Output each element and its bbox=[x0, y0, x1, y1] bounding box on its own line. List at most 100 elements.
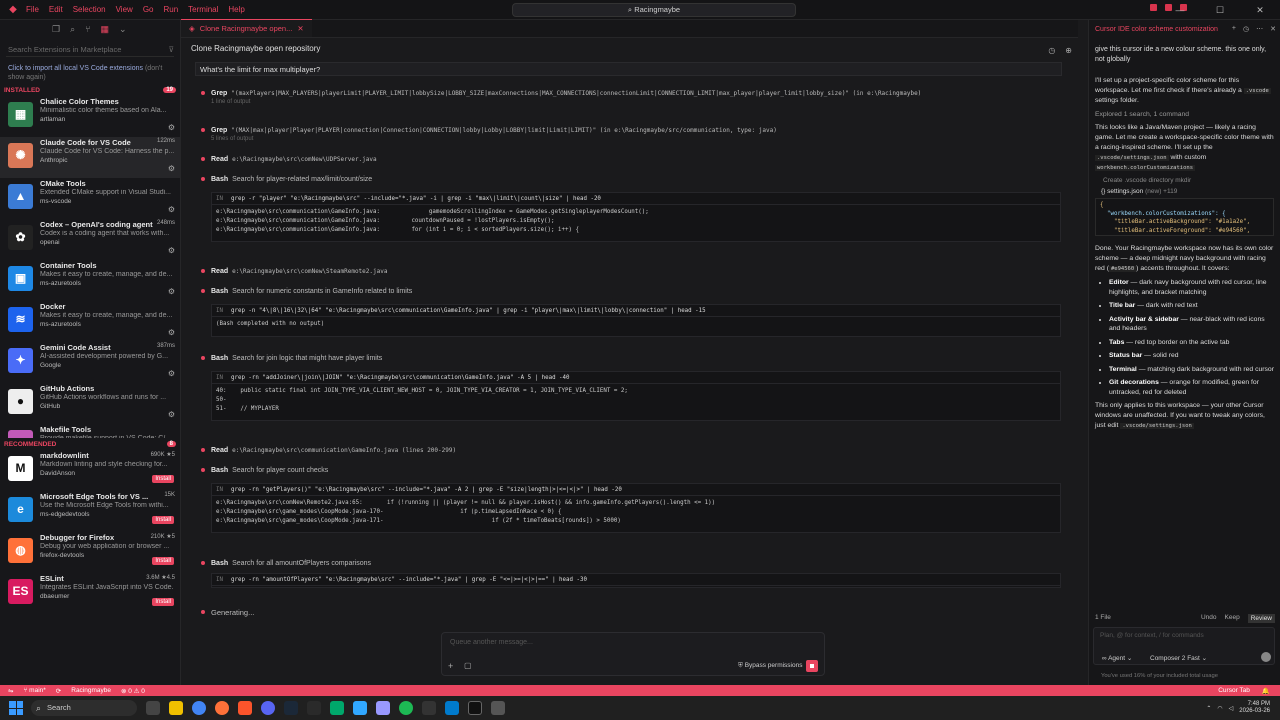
source-control-icon[interactable]: ⑂ bbox=[85, 24, 90, 34]
install-button[interactable]: Install bbox=[152, 598, 174, 606]
file-explorer-icon[interactable] bbox=[169, 701, 183, 715]
maximize-icon[interactable]: ☐ bbox=[1200, 0, 1240, 20]
gear-icon[interactable]: ⚙ bbox=[168, 328, 175, 337]
import-link-text[interactable]: Click to import all local VS Code extens… bbox=[8, 65, 143, 72]
extension-item[interactable]: ✦ Gemini Code Assist AI-assisted develop… bbox=[0, 342, 180, 383]
git-branch[interactable]: ⑂ main* bbox=[23, 687, 45, 694]
minimize-icon[interactable]: — bbox=[1160, 0, 1200, 20]
gear-icon[interactable]: ⚙ bbox=[168, 164, 175, 173]
gear-icon[interactable]: ⚙ bbox=[168, 246, 175, 255]
firefox-icon[interactable] bbox=[215, 701, 229, 715]
import-extensions-link[interactable]: Click to import all local VS Code extens… bbox=[0, 62, 180, 84]
new-chat-plus-icon[interactable]: + bbox=[1232, 25, 1236, 33]
sync-icon[interactable]: ⟳ bbox=[56, 687, 61, 695]
gear-icon[interactable]: ⚙ bbox=[168, 369, 175, 378]
premiere-icon[interactable] bbox=[376, 701, 390, 715]
notifications-icon[interactable]: 🔔 bbox=[1262, 687, 1270, 695]
problems-count[interactable]: ⊗ 0 ⚠ 0 bbox=[121, 687, 145, 695]
filter-icon[interactable]: ⊽ bbox=[169, 45, 175, 54]
menu-file[interactable]: File bbox=[26, 5, 39, 14]
menu-terminal[interactable]: Terminal bbox=[188, 5, 218, 14]
user-question[interactable]: What's the limit for max multiplayer? bbox=[195, 62, 1062, 76]
gear-icon[interactable]: ⚙ bbox=[168, 287, 175, 296]
mkdir-step[interactable]: Create .vscode directory mkdir bbox=[1103, 177, 1266, 184]
tab-chat[interactable]: ◈ Clone Racingmaybe open... ✕ bbox=[181, 19, 312, 37]
command-input[interactable]: IN grep -rn "getPlayers()" "e:\Racingmayb… bbox=[212, 484, 1060, 496]
discord-icon[interactable] bbox=[261, 701, 275, 715]
files-changed[interactable]: 1 File bbox=[1095, 614, 1111, 623]
steam-icon[interactable] bbox=[284, 701, 298, 715]
chrome-icon[interactable] bbox=[192, 701, 206, 715]
files-icon[interactable]: ❐ bbox=[52, 24, 60, 35]
close-window-icon[interactable]: ✕ bbox=[1240, 0, 1280, 20]
stop-button[interactable] bbox=[806, 660, 818, 672]
extensions-icon[interactable]: ▦ bbox=[101, 24, 110, 35]
extension-item[interactable]: ✺ Claude Code for VS Code Claude Code fo… bbox=[0, 137, 180, 178]
history-icon[interactable]: ◷ bbox=[1048, 46, 1055, 55]
install-button[interactable]: Install bbox=[152, 516, 174, 524]
image-icon[interactable]: ▢ bbox=[464, 661, 472, 670]
extension-item[interactable]: ◍ Debugger for Firefox Debug your web ap… bbox=[0, 532, 180, 573]
taskbar-search[interactable]: Search bbox=[31, 700, 137, 716]
model-select[interactable]: Composer 2 Fast ⌄ bbox=[1150, 654, 1207, 662]
gear-icon[interactable]: ⚙ bbox=[168, 410, 175, 419]
extension-item[interactable]: ● GitHub Actions GitHub Actions workflow… bbox=[0, 383, 180, 424]
chevron-down-icon[interactable]: ⌄ bbox=[119, 24, 127, 35]
close-panel-icon[interactable]: ✕ bbox=[1270, 25, 1276, 33]
agent-mode-select[interactable]: ∞ Agent ⌄ bbox=[1102, 654, 1132, 662]
install-button[interactable]: Install bbox=[152, 475, 174, 483]
gear-icon[interactable]: ⚙ bbox=[168, 123, 175, 132]
photoshop-icon[interactable] bbox=[353, 701, 367, 715]
chat-input[interactable]: Plan, @ for context, / for commands ∞ Ag… bbox=[1093, 627, 1275, 665]
wifi-icon[interactable]: ◠ bbox=[1217, 705, 1222, 712]
settings-file-row[interactable]: {} settings.json (new) +119 bbox=[1101, 188, 1274, 195]
history-icon[interactable]: ◷ bbox=[1243, 25, 1249, 33]
volume-icon[interactable]: ◁ bbox=[1229, 705, 1234, 712]
menu-help[interactable]: Help bbox=[228, 5, 244, 14]
extension-item[interactable]: e Microsoft Edge Tools for VS ... Use th… bbox=[0, 491, 180, 532]
tool-step[interactable]: Bash Search for join logic that might hav… bbox=[201, 355, 382, 362]
undo-button[interactable]: Undo bbox=[1201, 614, 1217, 623]
tool-step[interactable]: Bash Search for all amountOfPlayers compa… bbox=[201, 560, 371, 567]
tool-step[interactable]: Read e:\Racingmaybe\src\comNew\SteamRemot… bbox=[201, 268, 387, 275]
vscode-icon[interactable] bbox=[445, 701, 459, 715]
menu-view[interactable]: View bbox=[116, 5, 133, 14]
review-button[interactable]: Review bbox=[1247, 614, 1275, 623]
extension-item[interactable]: ▤ Makefile Tools Provide makefile suppor… bbox=[0, 424, 180, 438]
tool-step[interactable]: Grep "(MAX|max|player|Player|PLAYER|conne… bbox=[201, 127, 777, 142]
recommended-header[interactable]: RECOMMENDED 8 bbox=[0, 438, 180, 450]
brave-icon[interactable] bbox=[238, 701, 252, 715]
cursor-icon[interactable] bbox=[468, 701, 482, 715]
command-input[interactable]: IN grep -rn "addJoiner\|join\|JOIN" "e:\R… bbox=[212, 372, 1060, 384]
tray-chevron-icon[interactable]: ⌃ bbox=[1206, 705, 1211, 712]
extension-search-input[interactable]: Search Extensions in Marketplace ⊽ bbox=[6, 43, 174, 57]
spotify-icon[interactable] bbox=[399, 701, 413, 715]
queue-input[interactable]: Queue another message... + ▢ ⛨ Bypass pe… bbox=[441, 632, 825, 676]
extension-item[interactable]: ≋ Docker Makes it easy to create, manage… bbox=[0, 301, 180, 342]
app-icon-3[interactable] bbox=[491, 701, 505, 715]
app-icon-2[interactable] bbox=[330, 701, 344, 715]
new-chat-icon[interactable]: ⊕ bbox=[1065, 46, 1072, 55]
menu-edit[interactable]: Edit bbox=[49, 5, 63, 14]
command-input[interactable]: IN grep -n "4\|8\|16\|32\|64" "e:\Racingm… bbox=[212, 305, 1060, 317]
extension-item[interactable]: ▦ Chalice Color Themes Minimalistic colo… bbox=[0, 96, 180, 137]
terminal-icon[interactable] bbox=[422, 701, 436, 715]
extension-item[interactable]: ES ESLint Integrates ESLint JavaScript i… bbox=[0, 573, 180, 614]
keep-button[interactable]: Keep bbox=[1225, 614, 1240, 623]
installed-header[interactable]: INSTALLED 19 bbox=[0, 84, 180, 96]
search-icon[interactable]: ⌕ bbox=[70, 24, 75, 35]
clock[interactable]: 7:48 PM 2026-03-26 bbox=[1239, 701, 1270, 715]
add-icon[interactable]: + bbox=[448, 661, 453, 671]
explored-summary[interactable]: Explored 1 search, 1 command bbox=[1095, 111, 1274, 118]
app-icon[interactable] bbox=[307, 701, 321, 715]
command-input[interactable]: IN grep -rn "amountOfPlayers" "e:\Racingm… bbox=[212, 574, 1060, 586]
command-input[interactable]: IN grep -r "player" "e:\Racingmaybe\src" … bbox=[212, 193, 1060, 205]
user-message[interactable]: give this cursor ide a new colour scheme… bbox=[1095, 42, 1274, 68]
menu-run[interactable]: Run bbox=[163, 5, 178, 14]
tool-step[interactable]: Grep "(maxPlayers|MAX_PLAYERS|playerLimit… bbox=[201, 90, 921, 105]
more-icon[interactable]: ⋯ bbox=[1256, 25, 1263, 33]
task-view-icon[interactable] bbox=[146, 701, 160, 715]
tool-step[interactable]: Bash Search for player count checks bbox=[201, 467, 328, 474]
project-name[interactable]: Racingmaybe bbox=[71, 687, 111, 694]
command-center-search[interactable]: ⌕ Racingmaybe bbox=[512, 3, 796, 17]
